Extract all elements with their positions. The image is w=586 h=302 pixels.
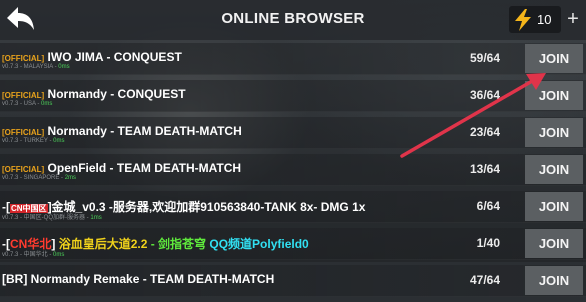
- page-title: ONLINE BROWSER: [221, 10, 365, 27]
- server-ping: 0ms: [41, 101, 53, 107]
- server-name: -[CN华北] 浴血皇后大道2.2 - 剑指苍穹 QQ频道Polyfield0: [2, 235, 452, 252]
- player-count: 13/64: [469, 162, 500, 176]
- player-count: 23/64: [469, 125, 500, 139]
- server-info: v0.7.3 - 中国区-QQ加群-服务器 - 1ms: [2, 212, 102, 221]
- server-version-region: v0.7.3 - TURKEY -: [2, 138, 52, 144]
- player-count: 6/64: [476, 199, 500, 213]
- server-row[interactable]: [OFFICIAL] Normandy - TEAM DEATH-MATCH v0…: [0, 117, 586, 149]
- server-info: v0.7.3 - 中国华北 - 0ms: [2, 249, 64, 258]
- player-count: 1/40: [476, 236, 500, 250]
- player-count: 36/64: [469, 88, 500, 102]
- server-name-segment: Normandy - TEAM DEATH-MATCH: [44, 124, 242, 138]
- join-button[interactable]: JOIN: [525, 229, 583, 258]
- player-count: 47/64: [469, 273, 500, 287]
- join-button[interactable]: JOIN: [525, 81, 583, 110]
- join-button[interactable]: JOIN: [525, 192, 583, 221]
- server-row[interactable]: [BR] Normandy Remake - TEAM DEATH-MATCH 4…: [0, 265, 586, 297]
- server-info: v0.7.3 - SINGAPORE - 2ms: [2, 175, 76, 181]
- server-version-region: v0.7.3 - SINGAPORE -: [2, 175, 64, 181]
- lightning-bolt-icon: [515, 9, 531, 31]
- join-button[interactable]: JOIN: [525, 118, 583, 147]
- server-ping: 0ms: [53, 252, 65, 258]
- server-info: v0.7.3 - MALAYSIA - 0ms: [2, 64, 70, 70]
- server-info: v0.7.3 - TURKEY - 0ms: [2, 138, 64, 144]
- server-name: [OFFICIAL] Normandy - TEAM DEATH-MATCH: [2, 124, 452, 138]
- energy-counter: 10: [509, 6, 561, 33]
- join-button[interactable]: JOIN: [525, 155, 583, 184]
- join-button[interactable]: JOIN: [525, 44, 583, 73]
- server-name-segment: [BR] Normandy Remake - TEAM DEATH-MATCH: [2, 272, 275, 286]
- server-version-region: v0.7.3 - MALAYSIA -: [2, 64, 57, 70]
- server-list: [OFFICIAL] IWO JIMA - CONQUEST v0.7.3 - M…: [0, 43, 586, 302]
- server-row[interactable]: [OFFICIAL] Normandy - CONQUEST v0.7.3 - U…: [0, 80, 586, 112]
- server-version-region: v0.7.3 - USA -: [2, 101, 40, 107]
- official-tag: [OFFICIAL]: [2, 91, 45, 100]
- server-version-region: v0.7.3 - 中国华北 -: [2, 252, 52, 258]
- header-bar: ONLINE BROWSER 10 +: [0, 0, 586, 40]
- server-ping: 0ms: [53, 138, 65, 144]
- join-button[interactable]: JOIN: [525, 266, 583, 295]
- server-name: [OFFICIAL] IWO JIMA - CONQUEST: [2, 50, 452, 64]
- server-ping: 2ms: [64, 175, 77, 181]
- player-count: 59/64: [469, 51, 500, 65]
- server-name: [OFFICIAL] Normandy - CONQUEST: [2, 87, 452, 101]
- add-energy-button[interactable]: +: [563, 6, 583, 33]
- server-row[interactable]: [OFFICIAL] OpenField - TEAM DEATH-MATCH v…: [0, 154, 586, 186]
- server-name: [OFFICIAL] OpenField - TEAM DEATH-MATCH: [2, 161, 452, 175]
- official-tag: [OFFICIAL]: [2, 165, 45, 174]
- server-ping: 0ms: [58, 64, 70, 70]
- server-name-segment: IWO JIMA - CONQUEST: [44, 50, 182, 64]
- official-tag: [OFFICIAL]: [2, 54, 45, 63]
- server-name-segment: - 剑指苍穹: [147, 237, 210, 251]
- server-name-segment: OpenField - TEAM DEATH-MATCH: [44, 161, 242, 175]
- energy-count: 10: [537, 12, 552, 27]
- server-ping: 1ms: [90, 215, 102, 221]
- server-name: [BR] Normandy Remake - TEAM DEATH-MATCH: [2, 272, 452, 286]
- server-row[interactable]: -[CN中国区]金城_v0.3 -服务器,欢迎加群910563840-TANK …: [0, 191, 586, 223]
- server-row[interactable]: [OFFICIAL] IWO JIMA - CONQUEST v0.7.3 - M…: [0, 43, 586, 75]
- server-version-region: v0.7.3 - 中国区-QQ加群-服务器 -: [2, 215, 89, 221]
- server-info: v0.7.3 - USA - 0ms: [2, 101, 52, 107]
- server-row[interactable]: -[CN华北] 浴血皇后大道2.2 - 剑指苍穹 QQ频道Polyfield0 v…: [0, 228, 586, 260]
- server-name-segment: Normandy - CONQUEST: [44, 87, 186, 101]
- server-name-segment: QQ频道Polyfield0: [209, 237, 309, 251]
- official-tag: [OFFICIAL]: [2, 128, 45, 137]
- server-name-segment: 浴血皇后大道2.2: [58, 237, 148, 251]
